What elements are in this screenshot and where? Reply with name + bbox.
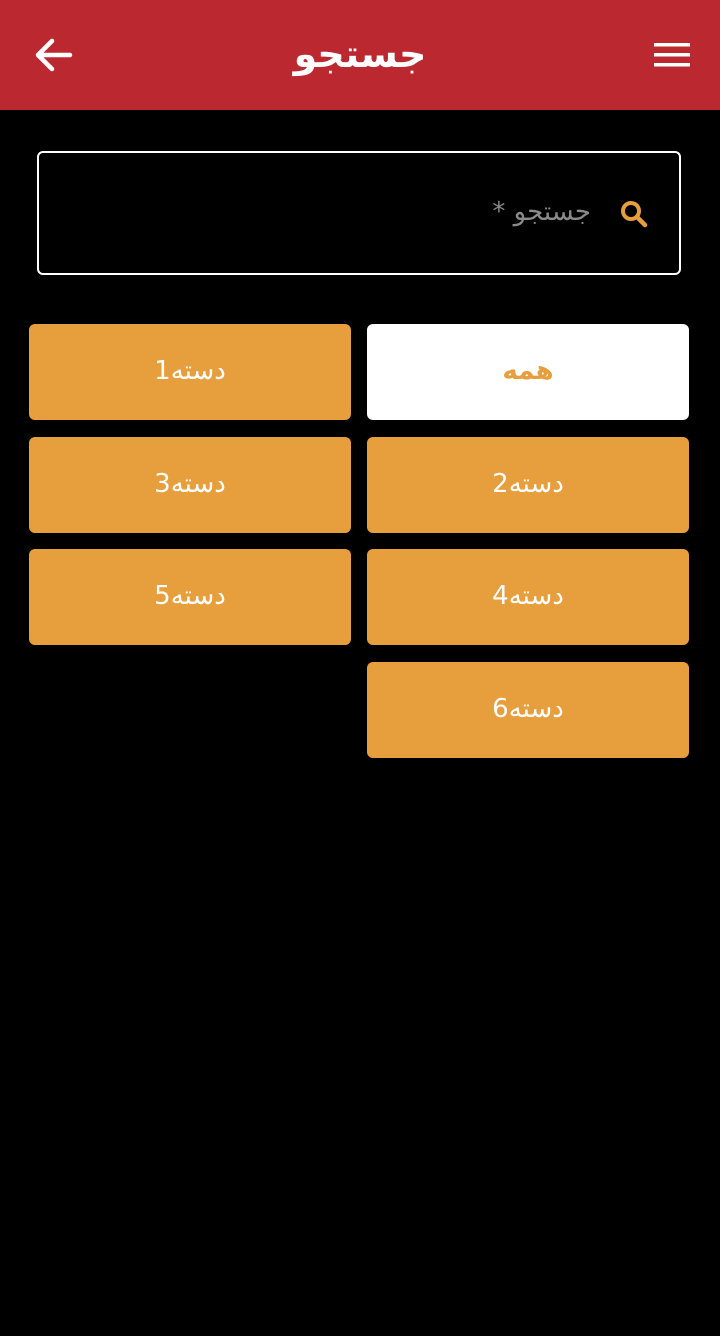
category-4-button[interactable]: دسته4 (367, 549, 689, 645)
category-2-button[interactable]: دسته2 (367, 437, 689, 533)
category-all-button[interactable]: همه (367, 324, 689, 420)
arrow-left-icon (35, 38, 73, 72)
category-5-button[interactable]: دسته5 (29, 549, 351, 645)
category-6-button[interactable]: دسته6 (367, 662, 689, 758)
search-input[interactable] (59, 183, 593, 241)
app-header: جستجو (0, 0, 720, 110)
search-box (37, 151, 681, 275)
category-1-button[interactable]: دسته1 (29, 324, 351, 420)
hamburger-menu-icon (654, 43, 690, 67)
menu-button[interactable] (648, 32, 696, 78)
category-3-button[interactable]: دسته3 (29, 437, 351, 533)
page-title: جستجو (293, 32, 427, 76)
back-button[interactable] (28, 29, 80, 81)
search-icon[interactable] (619, 199, 649, 229)
